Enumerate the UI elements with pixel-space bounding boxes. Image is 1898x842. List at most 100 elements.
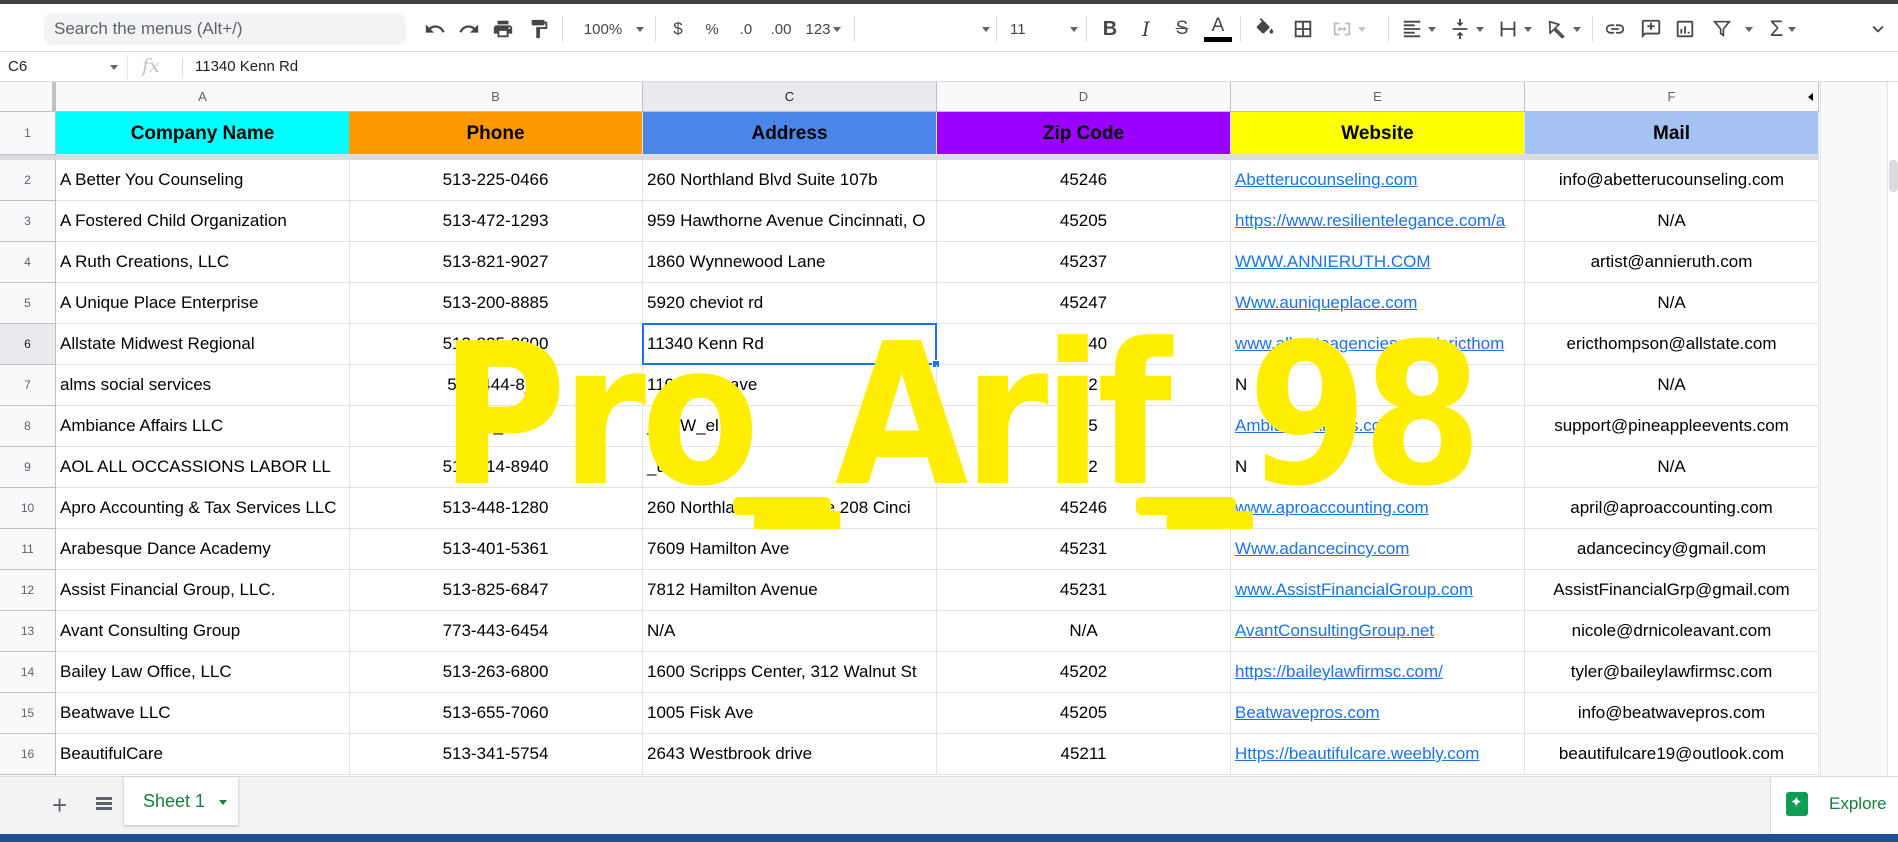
cell-address[interactable]: 1600 Scripps Center, 312 Walnut St bbox=[643, 652, 937, 693]
cell-address[interactable]: 11340 Kenn Rd bbox=[643, 324, 937, 365]
column-header-f[interactable]: F bbox=[1525, 82, 1819, 112]
cell-mail[interactable]: tyler@baileylawfirmsc.com bbox=[1525, 652, 1819, 693]
cell-address[interactable]: 5920 cheviot rd bbox=[643, 283, 937, 324]
header-cell[interactable]: Address bbox=[643, 112, 937, 155]
filter-button[interactable] bbox=[1708, 12, 1756, 46]
row-header[interactable]: 11 bbox=[0, 529, 56, 570]
cell-company[interactable]: Beatwave LLC bbox=[56, 693, 350, 734]
row-header[interactable]: 5 bbox=[0, 283, 56, 324]
all-sheets-button[interactable] bbox=[96, 797, 112, 813]
header-cell[interactable]: Company Name bbox=[56, 112, 350, 155]
column-header-e[interactable]: E bbox=[1231, 82, 1525, 112]
scroll-thumb[interactable] bbox=[1889, 160, 1898, 192]
cell-address[interactable]: 1860 Wynnewood Lane bbox=[643, 242, 937, 283]
cell-phone[interactable]: 513-825-3800 bbox=[349, 324, 643, 365]
cell-website[interactable]: www.AssistFinancialGroup.com bbox=[1231, 570, 1525, 611]
cell-zip[interactable]: 315 bbox=[937, 406, 1231, 447]
cell-zip[interactable]: 45205 bbox=[937, 693, 1231, 734]
cell-mail[interactable]: info@abetterucounseling.com bbox=[1525, 160, 1819, 201]
decrease-decimal-button[interactable]: .0 bbox=[734, 12, 758, 46]
cell-zip[interactable]: 45231 bbox=[937, 529, 1231, 570]
text-rotation-button[interactable] bbox=[1542, 12, 1584, 46]
select-all-corner[interactable] bbox=[0, 82, 56, 112]
cell-address[interactable]: _80 W_el Ln bbox=[643, 406, 937, 447]
cell-company[interactable]: alms social services bbox=[56, 365, 350, 406]
cell-address[interactable]: 7609 Hamilton Ave bbox=[643, 529, 937, 570]
currency-format-button[interactable]: $ bbox=[668, 12, 688, 46]
cell-company[interactable]: A Fostered Child Organization bbox=[56, 201, 350, 242]
cell-website[interactable]: N bbox=[1231, 447, 1525, 488]
cell-website[interactable]: AvantConsultingGroup.net bbox=[1231, 611, 1525, 652]
cell-phone[interactable]: 513-472-1293 bbox=[349, 201, 643, 242]
search-menus-input[interactable]: Search the menus (Alt+/) bbox=[44, 13, 406, 45]
explore-button[interactable]: Explore bbox=[1770, 777, 1898, 835]
undo-button[interactable] bbox=[422, 12, 448, 46]
cell-mail[interactable]: ericthompson@allstate.com bbox=[1525, 324, 1819, 365]
cell-company[interactable]: A Ruth Creations, LLC bbox=[56, 242, 350, 283]
cell-website[interactable]: Https://beautifulcare.weebly.com bbox=[1231, 734, 1525, 775]
cell-phone[interactable]: 513-341-5754 bbox=[349, 734, 643, 775]
text-color-button[interactable]: A bbox=[1204, 12, 1232, 46]
row-header[interactable]: 10 bbox=[0, 488, 56, 529]
cell-company[interactable]: AOL ALL OCCASSIONS LABOR LL bbox=[56, 447, 350, 488]
cell-address[interactable]: 7812 Hamilton Avenue bbox=[643, 570, 937, 611]
expand-columns-arrow-icon[interactable] bbox=[1808, 93, 1813, 101]
cell-zip[interactable]: 45202 bbox=[937, 652, 1231, 693]
cell-website[interactable]: Www.auniqueplace.com bbox=[1231, 283, 1525, 324]
cell-address[interactable]: _usanna Dr bbox=[643, 447, 937, 488]
cell-phone[interactable]: 51_-_066 bbox=[349, 406, 643, 447]
header-cell[interactable]: Zip Code bbox=[937, 112, 1231, 155]
cell-mail[interactable]: beautifulcare19@outlook.com bbox=[1525, 734, 1819, 775]
vertical-align-button[interactable] bbox=[1446, 12, 1486, 46]
row-header[interactable]: 15 bbox=[0, 693, 56, 734]
row-header[interactable]: 7 bbox=[0, 365, 56, 406]
insert-chart-button[interactable] bbox=[1672, 12, 1698, 46]
redo-button[interactable] bbox=[456, 12, 482, 46]
row-header[interactable]: 2 bbox=[0, 160, 56, 201]
cell-address[interactable]: 959 Hawthorne Avenue Cincinnati, O bbox=[643, 201, 937, 242]
cell-company[interactable]: Allstate Midwest Regional bbox=[56, 324, 350, 365]
cell-website[interactable]: Beatwavepros.com bbox=[1231, 693, 1525, 734]
cell-company[interactable]: Arabesque Dance Academy bbox=[56, 529, 350, 570]
cell-mail[interactable]: support@pineappleevents.com bbox=[1525, 406, 1819, 447]
cell-mail[interactable]: N/A bbox=[1525, 447, 1819, 488]
cell-zip[interactable]: 45231 bbox=[937, 570, 1231, 611]
cell-mail[interactable]: artist@annieruth.com bbox=[1525, 242, 1819, 283]
cell-address[interactable]: 11071 oak ave bbox=[643, 365, 937, 406]
cell-website[interactable]: https://www.resilientelegance.com/a bbox=[1231, 201, 1525, 242]
cell-phone[interactable]: 513-200-8885 bbox=[349, 283, 643, 324]
header-cell[interactable]: Mail bbox=[1525, 112, 1819, 155]
cell-company[interactable]: Assist Financial Group, LLC. bbox=[56, 570, 350, 611]
cell-zip[interactable]: 45237 bbox=[937, 242, 1231, 283]
column-header-b[interactable]: B bbox=[349, 82, 643, 112]
cell-phone[interactable]: 513-401-5361 bbox=[349, 529, 643, 570]
cell-website[interactable]: www.allstateagencies.com/ericthom bbox=[1231, 324, 1525, 365]
row-header[interactable]: 12 bbox=[0, 570, 56, 611]
cell-address[interactable]: N/A bbox=[643, 611, 937, 652]
cell-mail[interactable]: april@aproaccounting.com bbox=[1525, 488, 1819, 529]
cell-company[interactable]: A Unique Place Enterprise bbox=[56, 283, 350, 324]
cell-phone[interactable]: 51_-_14-8940 bbox=[349, 447, 643, 488]
cell-company[interactable]: Apro Accounting & Tax Services LLC bbox=[56, 488, 350, 529]
column-header-d[interactable]: D bbox=[937, 82, 1231, 112]
cell-mail[interactable]: N/A bbox=[1525, 201, 1819, 242]
cell-zip[interactable]: N/A bbox=[937, 611, 1231, 652]
row-header[interactable]: 6 bbox=[0, 324, 56, 365]
cell-mail[interactable]: AssistFinancialGrp@gmail.com bbox=[1525, 570, 1819, 611]
cell-phone[interactable]: 513-225-0466 bbox=[349, 160, 643, 201]
cell-zip[interactable]: 45205 bbox=[937, 201, 1231, 242]
paint-format-button[interactable] bbox=[526, 12, 552, 46]
cell-company[interactable]: Avant Consulting Group bbox=[56, 611, 350, 652]
zoom-select[interactable]: 100% bbox=[578, 12, 650, 46]
cell-phone[interactable]: 773-443-6454 bbox=[349, 611, 643, 652]
cell-website[interactable]: AmbianceAffairs.com bbox=[1231, 406, 1525, 447]
cell-phone[interactable]: 513-821-9027 bbox=[349, 242, 643, 283]
cell-company[interactable]: Ambiance Affairs LLC bbox=[56, 406, 350, 447]
increase-decimal-button[interactable]: .00 bbox=[766, 12, 796, 46]
cell-website[interactable]: N bbox=[1231, 365, 1525, 406]
cell-website[interactable]: WWW.ANNIERUTH.COM bbox=[1231, 242, 1525, 283]
vertical-scrollbar[interactable] bbox=[1820, 82, 1898, 776]
column-header-c[interactable]: C bbox=[643, 82, 937, 112]
fill-color-button[interactable] bbox=[1252, 12, 1278, 46]
borders-button[interactable] bbox=[1290, 12, 1316, 46]
